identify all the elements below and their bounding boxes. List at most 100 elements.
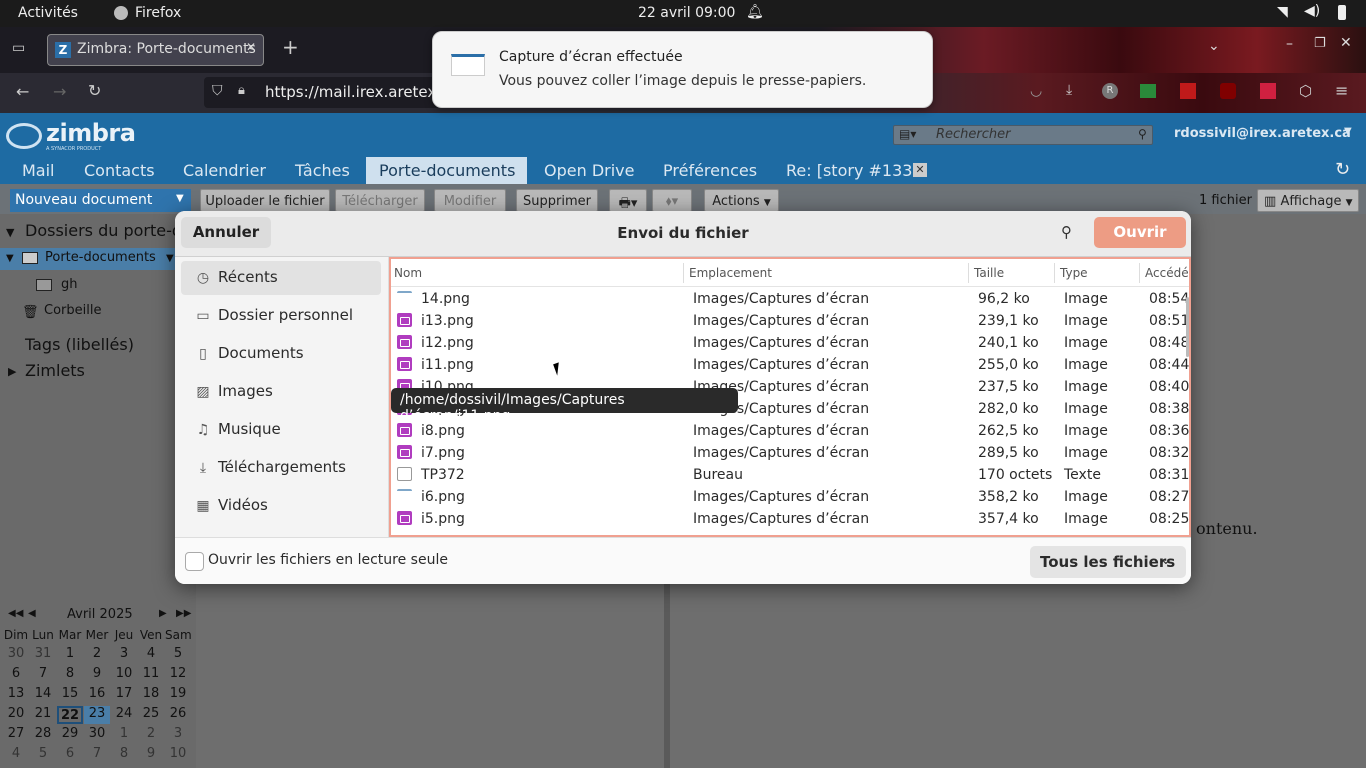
calendar-day[interactable]: 9 [138, 746, 164, 764]
calendar-day[interactable]: 18 [138, 686, 164, 704]
notification[interactable]: Capture d’écran effectuée Vous pouvez co… [432, 31, 933, 108]
extension-red-icon[interactable] [1180, 83, 1196, 99]
calendar-day[interactable]: 10 [111, 666, 137, 684]
file-row[interactable]: i12.png Images/Captures d’écran 240,1 ko Im… [391, 333, 1189, 355]
download-button[interactable]: Télécharger [335, 189, 425, 212]
calendar-day[interactable]: 12 [165, 666, 191, 684]
readonly-checkbox[interactable] [185, 552, 204, 571]
extension-r-icon[interactable]: R [1102, 83, 1118, 99]
volume-icon[interactable]: ◀︎) [1304, 3, 1320, 19]
calendar-day[interactable]: 17 [111, 686, 137, 704]
extension-green-icon[interactable] [1140, 84, 1156, 98]
forward-icon[interactable]: → [53, 82, 66, 101]
edit-button[interactable]: Modifier [434, 189, 506, 212]
file-row[interactable]: i13.png Images/Captures d’écran 239,1 ko Im… [391, 311, 1189, 333]
refresh-icon[interactable]: ↻ [1335, 159, 1350, 180]
collapse-icon[interactable]: ▼ [6, 253, 14, 264]
place-4[interactable]: ♫ Musique [181, 413, 381, 447]
folder-trash[interactable]: Corbeille [44, 303, 101, 318]
tab-list-icon[interactable]: ▭ [12, 40, 25, 56]
file-filter-dropdown[interactable]: Tous les fichiers ⌄ [1030, 546, 1186, 578]
zimlets-header[interactable]: Zimlets [25, 361, 85, 380]
calendar-day[interactable]: 26 [165, 706, 191, 724]
calendar-day[interactable]: 10 [165, 746, 191, 764]
place-0[interactable]: ◷ Récents [181, 261, 381, 295]
wifi-icon[interactable]: ◥ [1277, 4, 1288, 20]
reload-icon[interactable]: ↻ [88, 81, 101, 100]
calendar-day[interactable]: 1 [57, 646, 83, 664]
tags-header[interactable]: Tags (libellés) [25, 335, 134, 354]
tab-briefcase[interactable]: Porte-documents [379, 161, 515, 180]
search-icon[interactable]: ⚲ [1138, 127, 1147, 141]
actions-button[interactable]: Actions ▼ [704, 189, 779, 212]
calendar-day[interactable]: 31 [30, 646, 56, 664]
calendar-day[interactable]: 5 [30, 746, 56, 764]
calendar-day[interactable]: 2 [84, 646, 110, 664]
calendar-day[interactable]: 4 [3, 746, 29, 764]
calendar-day[interactable]: 23 [84, 706, 110, 724]
calendar-day[interactable]: 19 [165, 686, 191, 704]
file-row[interactable]: i5.png Images/Captures d’écran 357,4 ko Ima… [391, 509, 1189, 531]
file-row[interactable]: i7.png Images/Captures d’écran 289,5 ko Ima… [391, 443, 1189, 465]
calendar-day[interactable]: 22 [57, 706, 83, 724]
search-box[interactable]: ▤▾ Rechercher ⚲ [893, 125, 1153, 145]
column-name[interactable]: Nom [394, 266, 422, 280]
folder-gh[interactable]: gh [61, 277, 78, 292]
calendar-day[interactable]: 20 [3, 706, 29, 724]
calendar-day[interactable]: 24 [111, 706, 137, 724]
print-button[interactable]: 🖶︎▾ [609, 189, 647, 212]
calendar-day[interactable]: 9 [84, 666, 110, 684]
calendar-day[interactable]: 21 [30, 706, 56, 724]
calendar-day[interactable]: 11 [138, 666, 164, 684]
calendar-day[interactable]: 13 [3, 686, 29, 704]
calendar-day[interactable]: 6 [3, 666, 29, 684]
calendar-day[interactable]: 29 [57, 726, 83, 744]
calendar-day[interactable]: 4 [138, 646, 164, 664]
folder-briefcase[interactable]: ▼ Porte-documents ▼ [0, 248, 180, 270]
extension-pdf-icon[interactable] [1260, 83, 1276, 99]
menu-icon[interactable]: ≡ [1335, 81, 1348, 100]
activities-button[interactable]: Activités [18, 5, 78, 21]
close-window-button[interactable]: ✕ [1340, 35, 1352, 51]
tab-preferences[interactable]: Préférences [663, 161, 757, 180]
place-5[interactable]: ⤓ Téléchargements [181, 451, 381, 485]
tab-story[interactable]: Re: [story #133 [786, 161, 912, 180]
tag-button[interactable]: ⬧▾ [652, 189, 692, 212]
calendar-day[interactable]: 3 [111, 646, 137, 664]
calendar-day[interactable]: 5 [165, 646, 191, 664]
prev-year-icon[interactable]: ◀◀ [8, 608, 23, 619]
ublock-icon[interactable] [1220, 83, 1236, 99]
calendar-day[interactable]: 7 [84, 746, 110, 764]
file-row[interactable]: 14.png Images/Captures d’écran 96,2 ko Imag… [391, 289, 1189, 311]
prev-month-icon[interactable]: ◀ [28, 608, 36, 619]
calendar-day[interactable]: 1 [111, 726, 137, 744]
next-month-icon[interactable]: ▶ [159, 608, 167, 619]
pocket-icon[interactable]: ◡ [1030, 83, 1042, 99]
column-size[interactable]: Taille [974, 266, 1004, 280]
tab-contacts[interactable]: Contacts [84, 161, 155, 180]
search-input[interactable]: Rechercher [936, 127, 1011, 142]
url-bar[interactable]: ⛉ 🔒︎ https://mail.irex.aretex.c [204, 77, 449, 108]
lock-icon[interactable]: 🔒︎ [238, 83, 245, 98]
shield-icon[interactable]: ⛉ [212, 83, 223, 99]
calendar-day[interactable]: 15 [57, 686, 83, 704]
new-tab-button[interactable]: + [282, 35, 299, 59]
calendar-day[interactable]: 27 [3, 726, 29, 744]
place-3[interactable]: ▨ Images [181, 375, 381, 409]
extensions-icon[interactable]: ⬡ [1299, 82, 1312, 100]
calendar-day[interactable]: 16 [84, 686, 110, 704]
calendar-day[interactable]: 7 [30, 666, 56, 684]
calendar-day[interactable]: 25 [138, 706, 164, 724]
calendar-day[interactable]: 30 [3, 646, 29, 664]
view-button[interactable]: ▥ Affichage ▼ [1257, 189, 1359, 212]
column-accessed[interactable]: Accédé [1145, 266, 1189, 280]
scrollbar[interactable] [1186, 297, 1189, 357]
collapse-icon[interactable]: ▼ [6, 226, 14, 239]
chevron-down-icon[interactable]: ▼ [166, 253, 174, 264]
folders-header[interactable]: Dossiers du porte-d [25, 221, 182, 240]
open-button[interactable]: Ouvrir [1094, 217, 1186, 248]
battery-icon[interactable] [1338, 5, 1346, 20]
calendar-day[interactable]: 8 [57, 666, 83, 684]
expand-icon[interactable]: ▶ [8, 365, 16, 378]
tab-open-drive[interactable]: Open Drive [544, 161, 634, 180]
